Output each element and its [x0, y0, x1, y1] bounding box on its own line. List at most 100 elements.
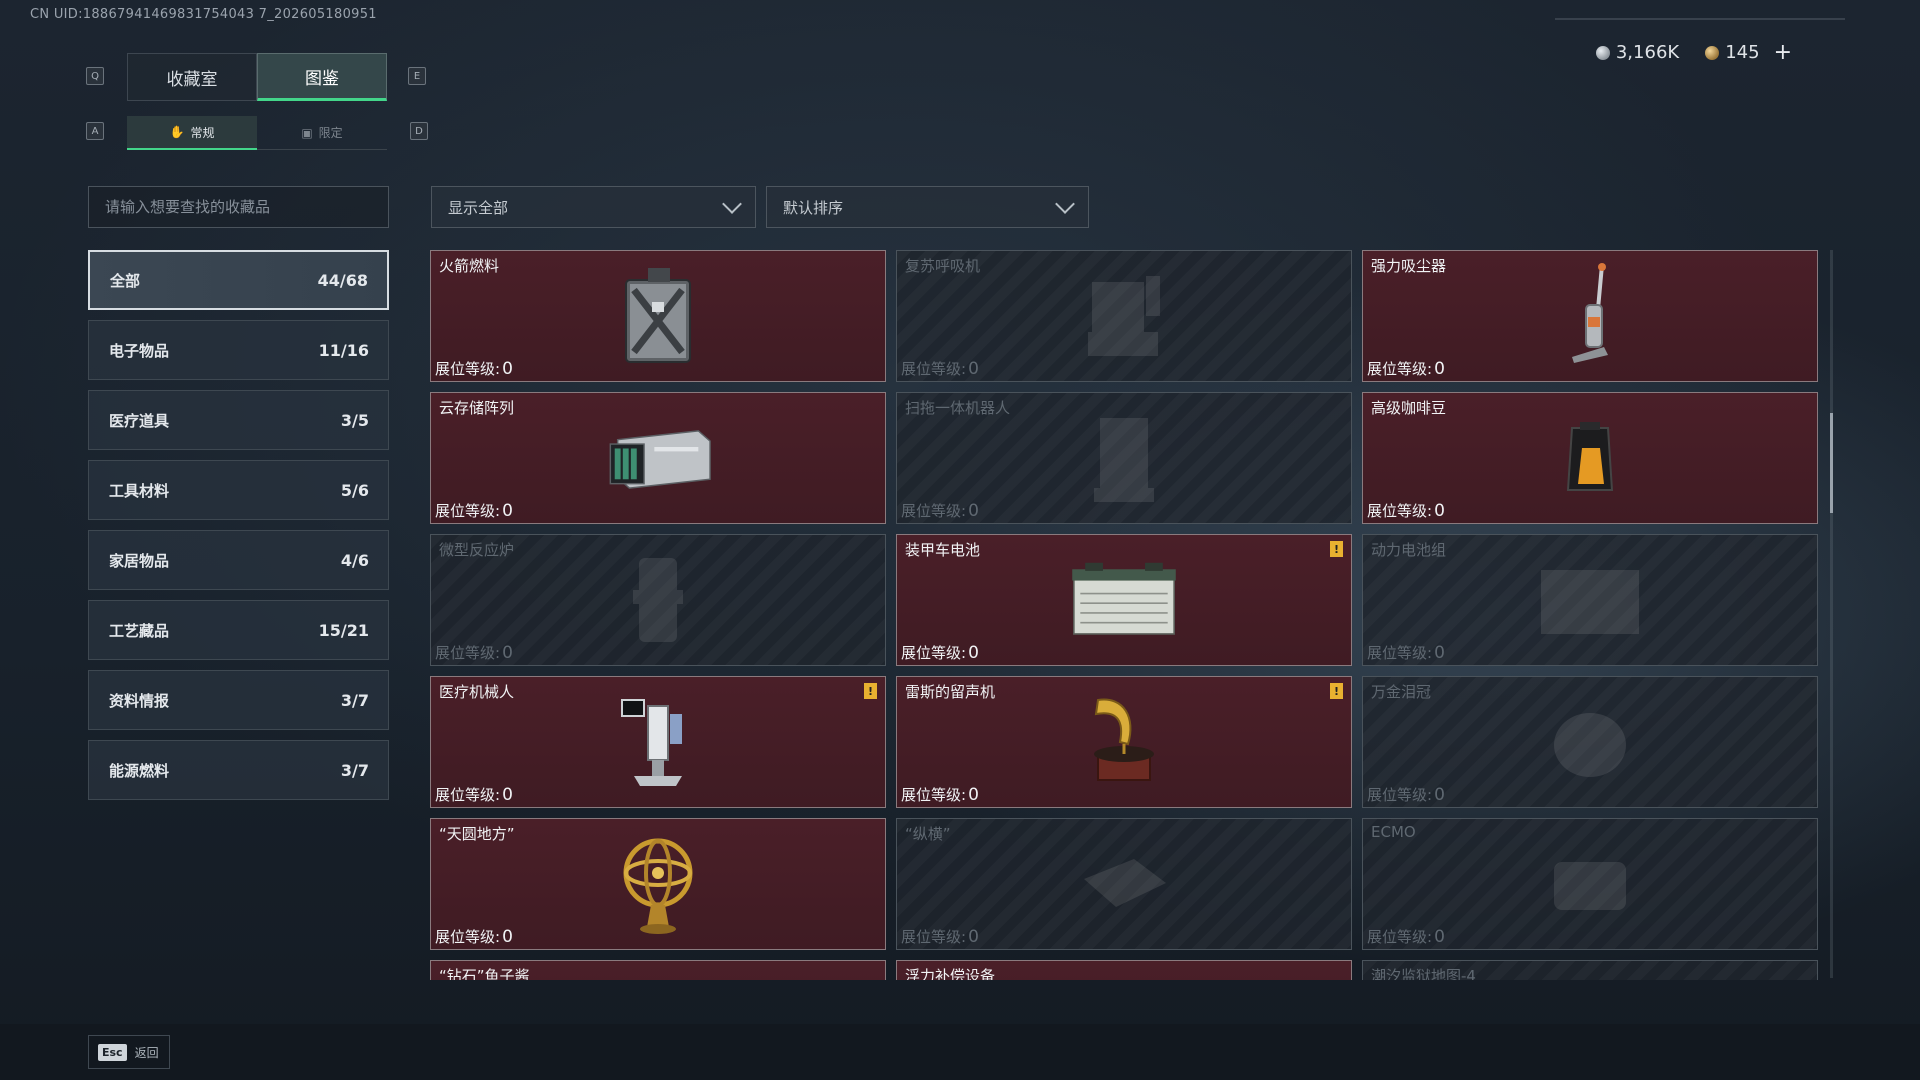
category-intel[interactable]: 资料情报 3/7 [88, 670, 389, 730]
item-level: 展位等级: 0 [901, 926, 979, 947]
back-label: 返回 [134, 1045, 159, 1060]
level-value: 0 [968, 359, 979, 379]
category-label: 工具材料 [109, 481, 170, 500]
gold-coin-icon [1705, 45, 1720, 60]
level-label: 展位等级: [435, 360, 501, 378]
level-label: 展位等级: [1367, 360, 1433, 378]
item-name: 高级咖啡豆 [1371, 399, 1447, 417]
category-label: 家居物品 [109, 551, 170, 570]
currency-bar: 3,166K 145 + [1595, 40, 1792, 65]
level-label: 展位等级: [1367, 786, 1433, 804]
item-level: 展位等级: 0 [1367, 784, 1445, 805]
item-card-armored-battery[interactable]: 装甲车电池 ! 展位等级: 0 [896, 534, 1352, 666]
tab-catalog[interactable]: 图鉴 [257, 53, 387, 101]
category-medical[interactable]: 医疗道具 3/5 [88, 390, 389, 450]
category-tools[interactable]: 工具材料 5/6 [88, 460, 389, 520]
battery-pack-icon [1535, 545, 1645, 655]
item-card-tidal-map[interactable]: 潮汐监狱地图-4 [1362, 960, 1818, 980]
item-card-ecmo[interactable]: ECMO 展位等级: 0 [1362, 818, 1818, 950]
item-card-crown[interactable]: 万金泪冠 展位等级: 0 [1362, 676, 1818, 808]
item-level: 展位等级: 0 [1367, 500, 1445, 521]
category-crafts[interactable]: 工艺藏品 15/21 [88, 600, 389, 660]
add-currency-button[interactable]: + [1774, 40, 1792, 65]
subtab-regular[interactable]: ✋ 常规 [127, 116, 257, 150]
category-energy[interactable]: 能源燃料 3/7 [88, 740, 389, 800]
gold-currency[interactable]: 145 + [1705, 40, 1792, 65]
filter-dropdown[interactable]: 显示全部 [431, 186, 756, 228]
scrollbar-thumb[interactable] [1830, 413, 1833, 513]
level-value: 0 [1434, 643, 1445, 663]
category-all[interactable]: 全部 44/68 [88, 250, 389, 310]
scrollbar-track[interactable] [1830, 250, 1833, 978]
level-value: 0 [968, 927, 979, 947]
item-name: 复苏呼吸机 [905, 257, 981, 275]
back-button[interactable]: Esc 返回 [88, 1035, 170, 1069]
level-value: 0 [968, 501, 979, 521]
item-name: 浮力补偿设备 [905, 967, 996, 980]
item-card-gramophone[interactable]: 雷斯的留声机 ! 展位等级: 0 [896, 676, 1352, 808]
item-level: 展位等级: 0 [435, 358, 513, 379]
item-level: 展位等级: 0 [901, 358, 979, 379]
subtab-limited-label: 限定 [318, 126, 343, 140]
item-name: “天圆地方” [439, 825, 515, 843]
item-level: 展位等级: 0 [901, 500, 979, 521]
item-grid: 火箭燃料 展位等级: 0 复苏呼吸机 展位等级: 0 强力吸尘器 展位等级: 0 云存… [430, 250, 1818, 980]
item-name: “钻石”鱼子酱 [439, 967, 530, 980]
category-label: 电子物品 [109, 341, 170, 360]
level-label: 展位等级: [435, 928, 501, 946]
item-card-armillary[interactable]: “天圆地方” 展位等级: 0 [430, 818, 886, 950]
tab-collection-room[interactable]: 收藏室 [127, 53, 257, 101]
item-level: 展位等级: 0 [1367, 642, 1445, 663]
level-value: 0 [968, 643, 979, 663]
item-card-rocket-fuel[interactable]: 火箭燃料 展位等级: 0 [430, 250, 886, 382]
armillary-icon [603, 829, 713, 939]
sort-dropdown-value: 默认排序 [783, 198, 844, 217]
item-card-ventilator[interactable]: 复苏呼吸机 展位等级: 0 [896, 250, 1352, 382]
silver-coin-icon [1595, 45, 1610, 60]
item-card-zongheng[interactable]: “纵横” 展位等级: 0 [896, 818, 1352, 950]
uid-text: CN UID:18867941469831754043 7_2026051809… [30, 7, 377, 22]
item-level: 展位等级: 0 [901, 642, 979, 663]
key-hint-e: E [408, 67, 426, 85]
item-name: 雷斯的留声机 [905, 683, 996, 701]
category-household[interactable]: 家居物品 4/6 [88, 530, 389, 590]
subtab-limited[interactable]: ▣ 限定 [257, 116, 387, 150]
ventilator-icon [1069, 261, 1179, 371]
search-input[interactable] [105, 198, 388, 216]
main-tabs: 收藏室 图鉴 [127, 53, 387, 101]
item-name: “纵横” [905, 825, 951, 843]
item-card-coffee-beans[interactable]: 高级咖啡豆 展位等级: 0 [1362, 392, 1818, 524]
level-label: 展位等级: [901, 786, 967, 804]
key-hint-a: A [86, 122, 104, 140]
category-label: 能源燃料 [109, 761, 170, 780]
board-icon [1069, 829, 1179, 939]
category-count: 11/16 [318, 340, 369, 360]
item-card-medical-robot[interactable]: 医疗机械人 ! 展位等级: 0 [430, 676, 886, 808]
item-card-cloud-storage[interactable]: 云存储阵列 展位等级: 0 [430, 392, 886, 524]
subtab-regular-label: 常规 [190, 125, 215, 140]
level-value: 0 [502, 359, 513, 379]
sub-tabs: ✋ 常规 ▣ 限定 [127, 116, 387, 150]
level-label: 展位等级: [435, 644, 501, 662]
category-label: 工艺藏品 [109, 621, 170, 640]
item-grid-viewport[interactable]: 火箭燃料 展位等级: 0 复苏呼吸机 展位等级: 0 强力吸尘器 展位等级: 0 云存… [430, 250, 1818, 980]
category-label: 医疗道具 [109, 411, 170, 430]
item-card-battery-pack[interactable]: 动力电池组 展位等级: 0 [1362, 534, 1818, 666]
item-name: 云存储阵列 [439, 399, 515, 417]
item-card-robot-mop[interactable]: 扫拖一体机器人 展位等级: 0 [896, 392, 1352, 524]
level-label: 展位等级: [1367, 644, 1433, 662]
item-card-vacuum[interactable]: 强力吸尘器 展位等级: 0 [1362, 250, 1818, 382]
sort-dropdown[interactable]: 默认排序 [766, 186, 1089, 228]
item-card-bcd[interactable]: 浮力补偿设备 [896, 960, 1352, 980]
category-electronics[interactable]: 电子物品 11/16 [88, 320, 389, 380]
item-card-caviar[interactable]: “钻石”鱼子酱 [430, 960, 886, 980]
item-name: 万金泪冠 [1371, 683, 1432, 701]
item-name: 火箭燃料 [439, 257, 500, 275]
fuel-can-icon [603, 261, 713, 371]
item-name: 扫拖一体机器人 [905, 399, 1011, 417]
item-card-micro-reactor[interactable]: 微型反应炉 展位等级: 0 [430, 534, 886, 666]
search-box[interactable] [88, 186, 389, 228]
filter-dropdown-value: 显示全部 [448, 198, 509, 217]
level-label: 展位等级: [901, 644, 967, 662]
esc-key: Esc [98, 1043, 127, 1061]
